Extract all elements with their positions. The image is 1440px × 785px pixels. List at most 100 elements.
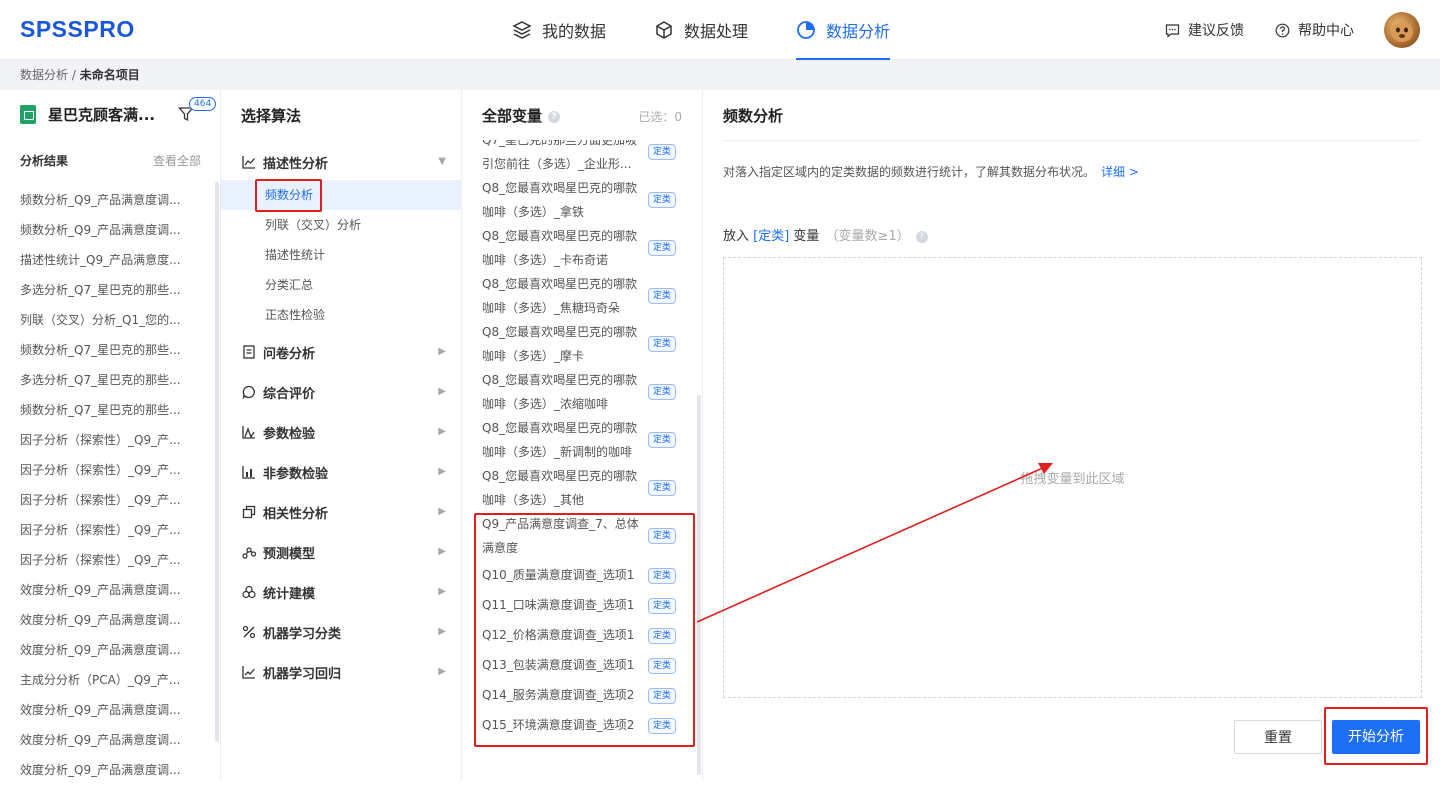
variable-label-line1: Q8_您最喜欢喝星巴克的哪款 [482, 421, 638, 435]
variable-item[interactable]: Q8_您最喜欢喝星巴克的哪款 咖啡（多选）_其他 定类 [482, 464, 682, 512]
type-tag: 定类 [647, 192, 676, 208]
brand-logo[interactable]: SPSSPRO [20, 16, 135, 43]
category-label: 参数检验 [263, 426, 316, 442]
category-label: 非参数检验 [263, 466, 329, 482]
category-label: 综合评价 [263, 386, 316, 402]
chevron-right-icon: ▶ [438, 586, 446, 597]
category-descriptive-label: 描述性分析 [263, 156, 329, 172]
view-all-link[interactable]: 查看全部 [153, 152, 201, 169]
category-item[interactable]: 相关性分析 ▶ [241, 492, 446, 532]
put-suffix: 变量 [789, 229, 820, 244]
result-item[interactable]: 多选分析_Q7_星巴克的那些... [20, 275, 195, 305]
breadcrumb-separator: / [68, 68, 80, 82]
variable-label-line2: 咖啡（多选）_新调制的咖啡 [482, 445, 633, 459]
category-label: 统计建模 [263, 586, 316, 602]
result-item[interactable]: 列联（交叉）分析_Q1_您的... [20, 305, 195, 335]
result-item[interactable]: 频数分析_Q7_星巴克的那些... [20, 395, 195, 425]
analysis-description: 对落入指定区域内的定类数据的频数进行统计，了解其数据分布状况。 详细 > [723, 163, 1139, 180]
result-item[interactable]: 效度分析_Q9_产品满意度调... [20, 695, 195, 725]
category-item[interactable]: 机器学习分类 ▶ [241, 612, 446, 652]
result-item[interactable]: 因子分析（探索性）_Q9_产... [20, 515, 195, 545]
category-item[interactable]: 统计建模 ▶ [241, 572, 446, 612]
category-item[interactable]: 综合评价 ▶ [241, 372, 446, 412]
user-avatar[interactable] [1384, 12, 1420, 48]
results-scrollbar[interactable] [215, 182, 219, 742]
chevron-right-icon: ▶ [438, 626, 446, 637]
detail-link[interactable]: 详细 > [1101, 165, 1139, 179]
survey-icon [241, 345, 257, 359]
variable-label-line2: 咖啡（多选）_拿铁 [482, 205, 585, 219]
chevron-right-icon: ▶ [438, 386, 446, 397]
annotation-box-start [1324, 707, 1428, 765]
result-item[interactable]: 因子分析（探索性）_Q9_产... [20, 545, 195, 575]
result-item[interactable]: 频数分析_Q7_星巴克的那些... [20, 335, 195, 365]
result-item[interactable]: 效度分析_Q9_产品满意度调... [20, 575, 195, 605]
chevron-right-icon: ▶ [438, 546, 446, 557]
filter-count-badge: 464 [189, 97, 217, 111]
feedback-link[interactable]: 建议反馈 [1165, 0, 1244, 60]
category-label: 预测模型 [263, 546, 316, 562]
result-item[interactable]: 因子分析（探索性）_Q9_产... [20, 485, 195, 515]
sub-crosstab-analysis[interactable]: 列联（交叉）分析 [265, 210, 361, 240]
reset-button[interactable]: 重置 [1234, 720, 1322, 754]
variable-item[interactable]: Q8_您最喜欢喝星巴克的哪款 咖啡（多选）_浓缩咖啡 定类 [482, 368, 682, 416]
variable-item[interactable]: Q8_您最喜欢喝星巴克的哪款 咖啡（多选）_摩卡 定类 [482, 320, 682, 368]
result-item[interactable]: 效度分析_Q9_产品满意度调... [20, 725, 195, 755]
type-tag: 定类 [647, 384, 676, 400]
percent-icon [241, 625, 257, 639]
sub-group-summary[interactable]: 分类汇总 [265, 270, 313, 300]
chevron-right-icon: ▶ [438, 506, 446, 517]
pie-chart-icon [796, 20, 816, 40]
dataset-title[interactable]: 星巴克顾客满... [20, 104, 155, 125]
comment-icon [1165, 23, 1180, 38]
result-item[interactable]: 效度分析_Q9_产品满意度调... [20, 605, 195, 635]
breadcrumb-root[interactable]: 数据分析 [20, 68, 68, 82]
variables-scrollbar[interactable] [697, 395, 701, 775]
category-item[interactable]: 问卷分析 ▶ [241, 332, 446, 372]
sub-descriptive-statistics[interactable]: 描述性统计 [265, 240, 325, 270]
result-item[interactable]: 频数分析_Q9_产品满意度调... [20, 215, 195, 245]
type-tag: 定类 [647, 288, 676, 304]
variable-item[interactable]: Q8_您最喜欢喝星巴克的哪款 咖啡（多选）_卡布奇诺 定类 [482, 224, 682, 272]
result-item[interactable]: 效度分析_Q9_产品满意度调... [20, 635, 195, 665]
result-item[interactable]: 多选分析_Q7_星巴克的那些... [20, 365, 195, 395]
question-icon[interactable]: ? [548, 110, 561, 123]
variable-item[interactable]: Q8_您最喜欢喝星巴克的哪款 咖啡（多选）_拿铁 定类 [482, 176, 682, 224]
question-icon[interactable]: ? [915, 230, 928, 243]
bar-chart-icon [241, 465, 257, 479]
category-descriptive[interactable]: 描述性分析 ▼ [241, 142, 446, 182]
variable-label-line1: Q8_您最喜欢喝星巴克的哪款 [482, 181, 638, 195]
put-type: [定类] [753, 229, 790, 244]
nav-data-analysis[interactable]: 数据分析 [796, 0, 890, 60]
spreadsheet-icon [20, 105, 36, 124]
variable-label-line2: 咖啡（多选）_浓缩咖啡 [482, 397, 609, 411]
layers-icon [512, 20, 532, 40]
nav-my-data[interactable]: 我的数据 [512, 0, 606, 60]
variable-item[interactable]: Q8_您最喜欢喝星巴克的哪款 咖啡（多选）_新调制的咖啡 定类 [482, 416, 682, 464]
sub-normality-test[interactable]: 正态性检验 [265, 300, 325, 330]
category-item[interactable]: 预测模型 ▶ [241, 532, 446, 572]
variable-label-line2: 咖啡（多选）_焦糖玛奇朵 [482, 301, 621, 315]
results-panel: 星巴克顾客满... 464 分析结果 查看全部 频数分析_Q9_产品满意度调..… [0, 90, 221, 781]
feedback-label: 建议反馈 [1188, 23, 1244, 39]
analysis-divider [723, 140, 1420, 141]
variable-item[interactable]: Q8_您最喜欢喝星巴克的哪款 咖啡（多选）_焦糖玛奇朵 定类 [482, 272, 682, 320]
result-item[interactable]: 主成分分析（PCA）_Q9_产... [20, 665, 195, 695]
help-circle-icon [1275, 23, 1290, 38]
result-item[interactable]: 频数分析_Q9_产品满意度调... [20, 185, 195, 215]
help-center-link[interactable]: 帮助中心 [1275, 0, 1354, 60]
variable-drop-zone[interactable]: 拖拽变量到此区域 [723, 257, 1422, 698]
nav-data-processing[interactable]: 数据处理 [654, 0, 748, 60]
variable-item[interactable]: Q7_星巴克的那些方面更加吸 引您前往（多选）_企业形... 定类 [482, 140, 682, 176]
drop-hint: 拖拽变量到此区域 [1020, 472, 1125, 487]
category-item[interactable]: 机器学习回归 ▶ [241, 652, 446, 692]
put-prefix: 放入 [723, 229, 754, 244]
result-item[interactable]: 描述性统计_Q9_产品满意度... [20, 245, 195, 275]
circles-icon [241, 585, 257, 599]
variable-label-line1: Q7_星巴克的那些方面更加吸 [482, 140, 638, 147]
result-item[interactable]: 因子分析（探索性）_Q9_产... [20, 425, 195, 455]
category-item[interactable]: 参数检验 ▶ [241, 412, 446, 452]
result-item[interactable]: 因子分析（探索性）_Q9_产... [20, 455, 195, 485]
variable-label-line1: Q8_您最喜欢喝星巴克的哪款 [482, 325, 638, 339]
category-item[interactable]: 非参数检验 ▶ [241, 452, 446, 492]
